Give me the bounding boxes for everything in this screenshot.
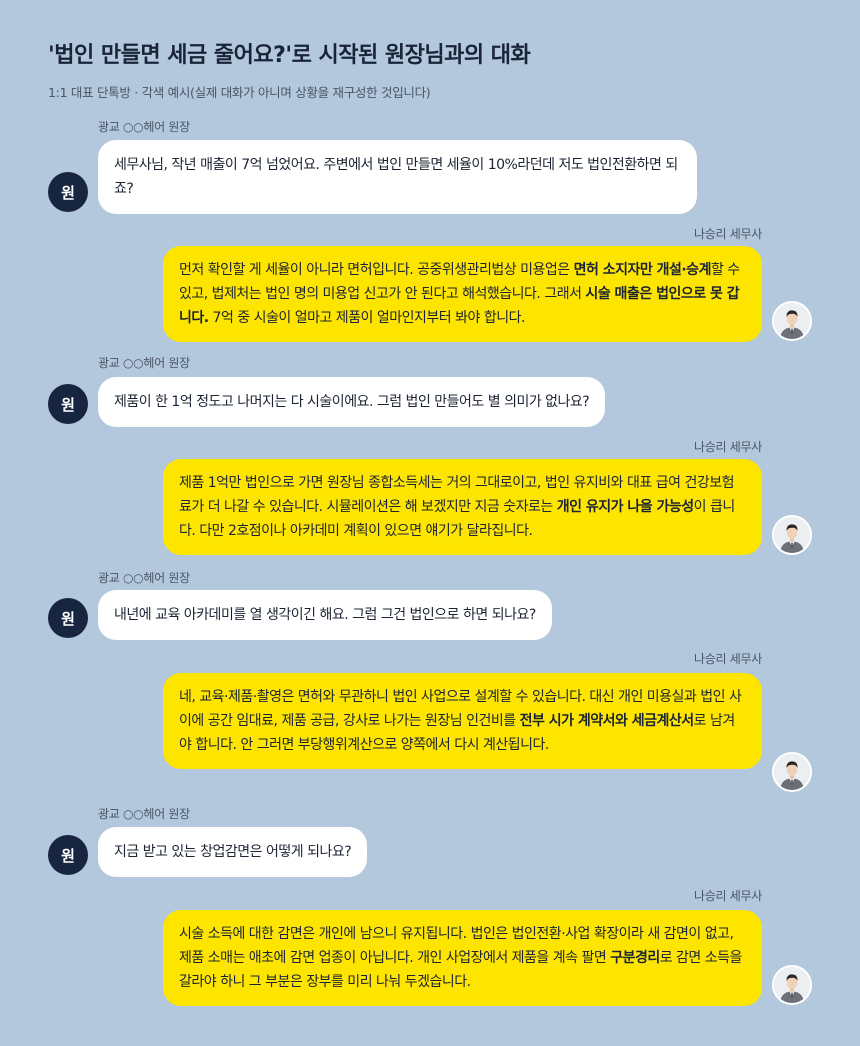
message-text: 먼저 확인할 게 세율이 아니라 면허입니다. 공중위생관리법상 미용업은 <box>179 262 574 278</box>
chat-bubble-advisor: 네, 교육·제품·촬영은 면허와 무관하니 법인 사업으로 설계할 수 있습니다… <box>163 673 762 769</box>
sender-name-owner: 광교 ○○헤어 원장 <box>98 571 190 585</box>
advisor-avatar <box>772 965 812 1005</box>
emphasis-text: 개인 유지가 나을 가능성 <box>556 499 694 515</box>
sender-name-owner: 광교 ○○헤어 원장 <box>98 807 190 821</box>
chat-bubble-owner: 세무사님, 작년 매출이 7억 넘었어요. 주변에서 법인 만들면 세율이 10… <box>98 140 697 214</box>
advisor-avatar <box>772 752 812 792</box>
sender-name-owner: 광교 ○○헤어 원장 <box>98 120 190 134</box>
emphasis-text: 면허 소지자만 개설·승계 <box>573 262 712 278</box>
owner-avatar: 원 <box>48 598 88 638</box>
owner-avatar: 원 <box>48 384 88 424</box>
page-title: '법인 만들면 세금 줄어요?'로 시작된 원장님과의 대화 <box>48 43 531 68</box>
sender-name-advisor: 나승리 세무사 <box>694 227 762 241</box>
advisor-avatar <box>772 301 812 341</box>
chat-header: '법인 만들면 세금 줄어요?'로 시작된 원장님과의 대화 1:1 대표 단톡… <box>48 40 828 101</box>
chat-bubble-owner: 내년에 교육 아카데미를 열 생각이긴 해요. 그럼 그건 법인으로 하면 되나… <box>98 590 552 640</box>
sender-name-owner: 광교 ○○헤어 원장 <box>98 356 190 370</box>
sender-name-advisor: 나승리 세무사 <box>694 440 762 454</box>
emphasis-text: 구분경리 <box>610 950 660 966</box>
chat-bubble-owner: 지금 받고 있는 창업감면은 어떻게 되나요? <box>98 827 368 877</box>
chat-bubble-advisor: 제품 1억만 법인으로 가면 원장님 종합소득세는 거의 그대로이고, 법인 유… <box>163 459 762 555</box>
chat-bubble-advisor: 시술 소득에 대한 감면은 개인에 남으니 유지됩니다. 법인은 법인전환·사업… <box>163 910 762 1006</box>
emphasis-text: 전부 시가 계약서와 세금계산서 <box>519 713 695 729</box>
advisor-avatar <box>772 515 812 555</box>
owner-avatar: 원 <box>48 172 88 212</box>
chat-bubble-advisor: 먼저 확인할 게 세율이 아니라 면허입니다. 공중위생관리법상 미용업은 면허… <box>163 246 762 342</box>
chat-bubble-owner: 제품이 한 1억 정도고 나머지는 다 시술이에요. 그럼 법인 만들어도 별 … <box>98 377 606 427</box>
sender-name-advisor: 나승리 세무사 <box>694 889 762 903</box>
sender-name-advisor: 나승리 세무사 <box>694 652 762 666</box>
page-subtitle: 1:1 대표 단톡방 · 각색 예시(실제 대화가 아니며 상황을 재구성한 것… <box>48 85 431 100</box>
owner-avatar: 원 <box>48 835 88 875</box>
message-text: 7억 중 시술이 얼마고 제품이 얼마인지부터 봐야 합니다. <box>208 310 526 326</box>
